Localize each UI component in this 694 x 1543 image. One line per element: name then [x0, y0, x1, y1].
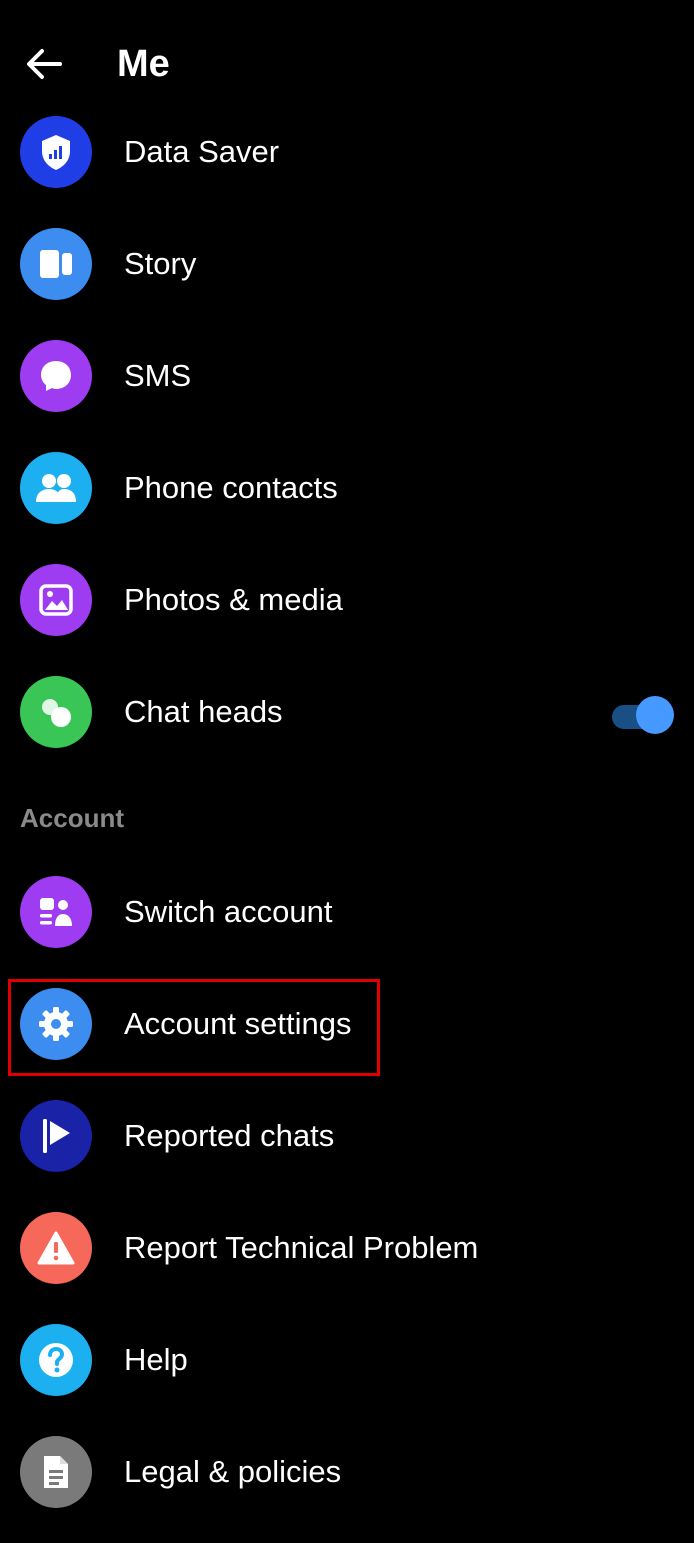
settings-item-switch-account[interactable]: Switch account: [0, 856, 694, 968]
chat-heads-toggle[interactable]: [610, 694, 676, 734]
chat-bubble-icon: [20, 340, 92, 412]
warning-icon: [20, 1212, 92, 1284]
shield-signal-icon: [20, 116, 92, 188]
settings-item-label: Photos & media: [124, 582, 343, 617]
settings-item-account-settings[interactable]: Account settings: [0, 968, 694, 1080]
settings-item-label: Report Technical Problem: [124, 1230, 479, 1265]
settings-item-phone-contacts[interactable]: Phone contacts: [0, 432, 694, 544]
settings-item-legal-policies[interactable]: Legal & policies: [0, 1416, 694, 1528]
settings-item-label: Account settings: [124, 1006, 352, 1041]
settings-item-label: Story: [124, 246, 197, 281]
help-icon: [20, 1324, 92, 1396]
image-icon: [20, 564, 92, 636]
toggle-knob: [636, 696, 674, 734]
back-arrow-icon: [27, 49, 62, 79]
page-title: Me: [117, 43, 170, 85]
gear-icon: [20, 988, 92, 1060]
settings-item-label: Legal & policies: [124, 1454, 342, 1489]
settings-item-label: Help: [124, 1342, 188, 1377]
settings-item-label: Phone contacts: [124, 470, 338, 505]
settings-item-reported-chats[interactable]: Reported chats: [0, 1080, 694, 1192]
document-icon: [20, 1436, 92, 1508]
switch-account-icon: [20, 876, 92, 948]
settings-item-label: Data Saver: [124, 134, 280, 169]
settings-item-label: SMS: [124, 358, 192, 393]
settings-item-data-saver[interactable]: Data Saver: [0, 96, 694, 208]
settings-item-story[interactable]: Story: [0, 208, 694, 320]
settings-item-label: Reported chats: [124, 1118, 335, 1153]
settings-item-chat-heads[interactable]: Chat heads: [0, 656, 694, 768]
settings-item-photos-media[interactable]: Photos & media: [0, 544, 694, 656]
settings-item-label: Chat heads: [124, 694, 283, 729]
back-button[interactable]: [20, 40, 68, 88]
chat-heads-icon: [20, 676, 92, 748]
story-icon: [20, 228, 92, 300]
settings-item-label: Switch account: [124, 894, 333, 929]
settings-item-sms[interactable]: SMS: [0, 320, 694, 432]
settings-item-help[interactable]: Help: [0, 1304, 694, 1416]
settings-item-report-technical-problem[interactable]: Report Technical Problem: [0, 1192, 694, 1304]
section-header-account: Account: [20, 803, 124, 833]
people-icon: [20, 452, 92, 524]
flag-icon: [20, 1100, 92, 1172]
